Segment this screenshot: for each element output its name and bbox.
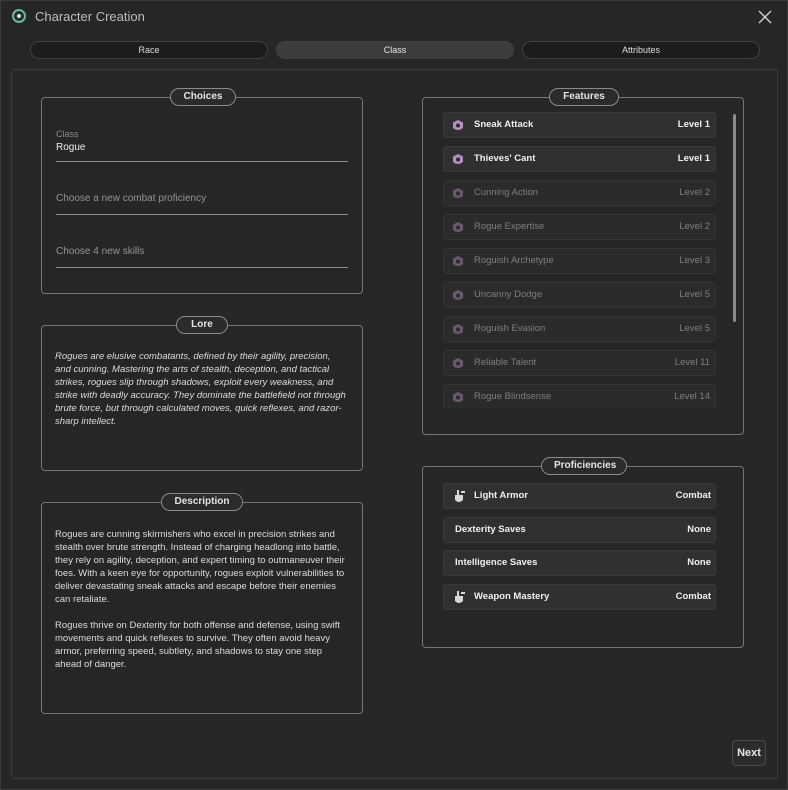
lore-panel-title: Lore [176,316,228,334]
proficiency-dexterity-saves[interactable]: Dexterity Saves None [443,517,716,543]
lore-text: Rogues are elusive combatants, defined b… [55,351,346,427]
features-panel: Features Sneak Attack Level 1 Thieves' Can… [422,88,744,435]
feature-row[interactable]: Rogue Expertise Level 2 [443,214,716,240]
feature-crest-icon [453,188,463,198]
feature-row[interactable]: Uncanny Dodge Level 5 [443,282,716,308]
description-text: Rogues are cunning skirmishers who excel… [55,528,347,684]
proficiencies-panel-title: Proficiencies [541,457,627,475]
feature-level: Level 3 [679,255,710,266]
feature-name: Roguish Archetype [474,255,554,266]
proficiency-name: Intelligence Saves [455,557,538,568]
feature-name: Rogue Blindsense [474,391,552,402]
proficiency-type: None [687,524,711,535]
feature-name: Rogue Expertise [474,221,545,232]
proficiency-weapon-mastery[interactable]: Weapon Mastery Combat [443,584,716,610]
feature-row[interactable]: Cunning Action Level 2 [443,180,716,206]
tab-bar: Race Class Attributes [30,41,760,59]
feature-name: Uncanny Dodge [474,289,543,300]
tab-attributes[interactable]: Attributes [522,41,760,59]
feature-crest-icon [453,256,463,266]
proficiency-intelligence-saves[interactable]: Intelligence Saves None [443,550,716,576]
app-gear-icon [12,9,26,23]
description-panel-title: Description [161,493,243,511]
feature-level: Level 2 [679,187,710,198]
weapon-icon [455,591,465,603]
choices-panel: Choices Class Rogue Choose a new combat … [41,88,363,294]
proficiency-name: Dexterity Saves [455,524,526,535]
feature-level: Level 1 [677,119,710,130]
feature-name: Reliable Talent [474,357,537,368]
proficiencies-panel: Proficiencies Light Armor Combat Dexteri… [422,457,744,648]
close-button[interactable] [753,5,777,29]
feature-level: Level 2 [679,221,710,232]
feature-name: Sneak Attack [474,119,534,130]
feature-level: Level 14 [674,391,710,402]
proficiency-name: Weapon Mastery [474,591,550,602]
window-title: Character Creation [35,9,145,24]
feature-level: Level 1 [677,153,710,164]
armor-icon [455,490,465,502]
tab-race[interactable]: Race [30,41,268,59]
skills-select[interactable]: Choose 4 new skills [56,246,348,268]
title-bar: Character Creation [1,1,787,33]
feature-level: Level 5 [679,289,710,300]
feature-row[interactable]: Thieves' Cant Level 1 [443,146,716,172]
choices-panel-title: Choices [170,88,236,106]
feature-level: Level 5 [679,323,710,334]
class-content-area: Choices Class Rogue Choose a new combat … [11,69,778,779]
description-panel: Description Rogues are cunning skirmishe… [41,493,363,714]
class-field[interactable]: Class Rogue [56,129,348,162]
features-scrollbar[interactable] [733,114,736,322]
proficiency-type: Combat [675,490,711,501]
feature-crest-icon [453,222,463,232]
feature-crest-icon [453,392,463,402]
proficiency-light-armor[interactable]: Light Armor Combat [443,483,716,509]
tab-class[interactable]: Class [276,41,514,59]
feature-name: Roguish Evasion [474,323,546,334]
feature-crest-icon [453,290,463,300]
features-panel-title: Features [549,88,619,106]
character-creation-window: Character Creation Race Class Attributes… [0,0,788,790]
feature-level: Level 11 [674,357,710,368]
description-paragraph: Rogues thrive on Dexterity for both offe… [55,620,340,670]
feature-row[interactable]: Sneak Attack Level 1 [443,112,716,138]
lore-panel: Lore Rogues are elusive combatants, defi… [41,316,363,471]
proficiency-name: Light Armor [474,490,529,501]
feature-crest-icon [453,324,463,334]
combat-proficiency-placeholder: Choose a new combat proficiency [56,193,207,204]
skills-placeholder: Choose 4 new skills [56,246,145,257]
next-button[interactable]: Next [732,740,766,766]
feature-crest-icon [453,154,463,164]
combat-proficiency-select[interactable]: Choose a new combat proficiency [56,193,348,215]
class-field-value: Rogue [56,142,86,153]
feature-row[interactable]: Rogue Blindsense Level 14 [443,384,716,408]
proficiency-type: None [687,557,711,568]
feature-row[interactable]: Reliable Talent Level 11 [443,350,716,376]
feature-row[interactable]: Roguish Archetype Level 3 [443,248,716,274]
proficiency-type: Combat [675,591,711,602]
feature-crest-icon [453,358,463,368]
feature-name: Thieves' Cant [474,153,536,164]
feature-name: Cunning Action [474,187,538,198]
features-list[interactable]: Sneak Attack Level 1 Thieves' Cant Level 1 C… [443,112,716,408]
close-icon [758,10,772,24]
feature-row[interactable]: Roguish Evasion Level 5 [443,316,716,342]
description-paragraph: Rogues are cunning skirmishers who excel… [55,529,345,605]
class-field-caption: Class [56,129,79,139]
feature-crest-icon [453,120,463,130]
